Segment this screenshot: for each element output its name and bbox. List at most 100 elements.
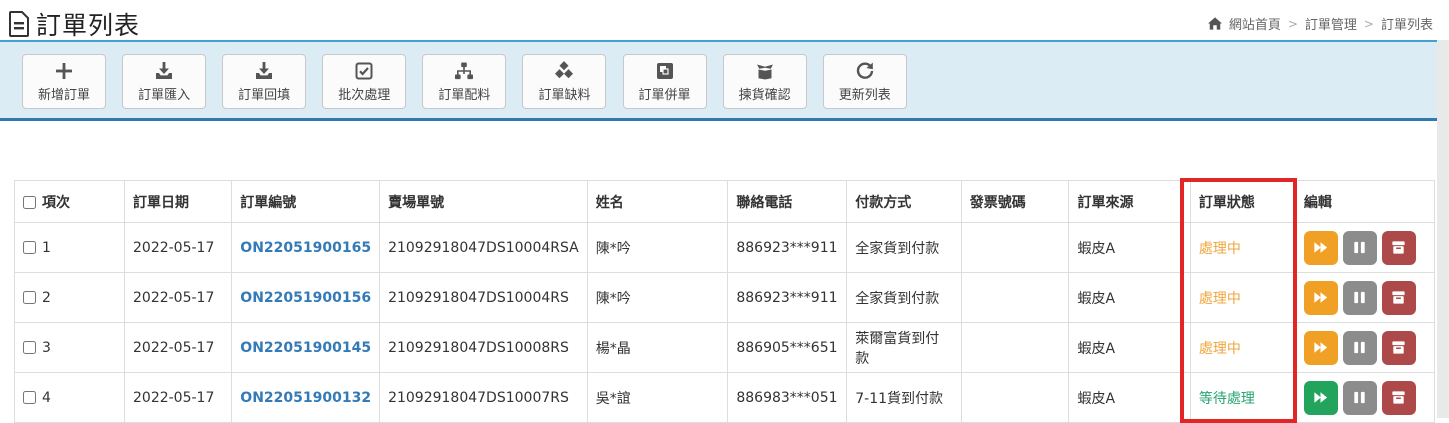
row-checkbox[interactable] — [23, 241, 36, 254]
pause-button[interactable] — [1343, 331, 1377, 365]
cell-index: 1 — [15, 223, 125, 273]
cell-marketplace-no: 21092918047DS10004RS — [380, 273, 588, 323]
fast-forward-button[interactable] — [1304, 331, 1338, 365]
column-header-status: 訂單狀態 — [1190, 181, 1295, 223]
cell-status: 處理中 — [1190, 323, 1295, 373]
cell-order-no: ON22051900156 — [232, 273, 380, 323]
cell-order-date: 2022-05-17 — [125, 373, 232, 423]
archive-box-icon — [1390, 339, 1407, 356]
pause-icon — [1351, 289, 1368, 306]
select-all-checkbox[interactable] — [23, 196, 36, 209]
order-number-link[interactable]: ON22051900132 — [240, 390, 371, 406]
toolbar: 新增訂單 訂單匯入 訂單回填 批次處理 訂單配料 — [0, 40, 1449, 121]
column-header-invoice: 發票號碼 — [961, 181, 1069, 223]
order-backfill-button[interactable]: 訂單回填 — [222, 54, 306, 109]
pause-icon — [1351, 239, 1368, 256]
breadcrumb-current: 訂單列表 — [1381, 14, 1433, 33]
row-checkbox[interactable] — [23, 391, 36, 404]
refresh-icon — [854, 61, 876, 81]
order-merge-button[interactable]: 訂單併單 — [623, 54, 707, 109]
cell-source: 蝦皮A — [1069, 223, 1190, 273]
order-number-link[interactable]: ON22051900145 — [240, 340, 371, 356]
column-header-name: 姓名 — [587, 181, 728, 223]
plus-icon — [53, 61, 75, 81]
order-row: 3 2022-05-17 ON22051900145 21092918047DS… — [15, 323, 1435, 373]
cubes-icon — [553, 61, 575, 81]
column-header-marketplace-no: 賣場單號 — [380, 181, 588, 223]
archive-button[interactable] — [1382, 231, 1416, 265]
row-checkbox[interactable] — [23, 291, 36, 304]
column-header-order-no: 訂單編號 — [232, 181, 380, 223]
table-header-row: 項次 訂單日期 訂單編號 賣場單號 姓名 聯絡電話 付款方式 發票號碼 訂單來源… — [15, 181, 1435, 223]
fast-forward-icon — [1312, 339, 1329, 356]
pause-button[interactable] — [1343, 281, 1377, 315]
fast-forward-icon — [1312, 239, 1329, 256]
cell-status: 處理中 — [1190, 273, 1295, 323]
order-import-button[interactable]: 訂單匯入 — [122, 54, 206, 109]
refresh-list-button[interactable]: 更新列表 — [823, 54, 907, 109]
fast-forward-icon — [1312, 389, 1329, 406]
pause-button[interactable] — [1343, 231, 1377, 265]
cell-name: 陳*吟 — [587, 223, 728, 273]
fast-forward-button[interactable] — [1304, 231, 1338, 265]
picking-box-icon — [754, 61, 776, 81]
backfill-tray-icon — [253, 61, 275, 81]
breadcrumb-home[interactable]: 網站首頁 — [1229, 14, 1281, 33]
page-title-wrap: 訂單列表 — [8, 6, 140, 42]
column-header-index: 項次 — [15, 181, 125, 223]
breadcrumb-order-management[interactable]: 訂單管理 — [1305, 14, 1357, 33]
cell-source: 蝦皮A — [1069, 373, 1190, 423]
fast-forward-button[interactable] — [1304, 281, 1338, 315]
archive-box-icon — [1390, 389, 1407, 406]
picking-confirm-button[interactable]: 揀貨確認 — [723, 54, 807, 109]
checked-box-icon — [353, 61, 375, 81]
batch-process-button[interactable]: 批次處理 — [322, 54, 406, 109]
cell-edit — [1295, 273, 1434, 323]
cell-order-no: ON22051900165 — [232, 223, 380, 273]
cell-index: 3 — [15, 323, 125, 373]
order-number-link[interactable]: ON22051900156 — [240, 290, 371, 306]
cell-phone: 886983***051 — [728, 373, 847, 423]
cell-phone: 886923***911 — [728, 223, 847, 273]
order-row: 4 2022-05-17 ON22051900132 21092918047DS… — [15, 373, 1435, 423]
cell-payment: 7-11貨到付款 — [847, 373, 961, 423]
fast-forward-icon — [1312, 289, 1329, 306]
import-tray-icon — [153, 61, 175, 81]
archive-box-icon — [1390, 289, 1407, 306]
cell-invoice — [961, 323, 1069, 373]
cell-payment: 全家貨到付款 — [847, 273, 961, 323]
cell-order-no: ON22051900145 — [232, 323, 380, 373]
cell-index: 2 — [15, 273, 125, 323]
cell-order-date: 2022-05-17 — [125, 223, 232, 273]
cell-marketplace-no: 21092918047DS10008RS — [380, 323, 588, 373]
breadcrumb: 網站首頁 > 訂單管理 > 訂單列表 — [1208, 14, 1433, 33]
cell-order-date: 2022-05-17 — [125, 273, 232, 323]
cell-index: 4 — [15, 373, 125, 423]
order-shortage-button[interactable]: 訂單缺料 — [522, 54, 606, 109]
cell-status: 等待處理 — [1190, 373, 1295, 423]
cell-source: 蝦皮A — [1069, 323, 1190, 373]
archive-button[interactable] — [1382, 381, 1416, 415]
order-number-link[interactable]: ON22051900165 — [240, 240, 371, 256]
add-order-button[interactable]: 新增訂單 — [22, 54, 106, 109]
row-checkbox[interactable] — [23, 341, 36, 354]
search-row: 搜尋本頁 進階篩選 — [0, 121, 1449, 180]
column-header-edit: 編輯 — [1295, 181, 1434, 223]
page-header: 訂單列表 網站首頁 > 訂單管理 > 訂單列表 — [0, 0, 1449, 40]
archive-box-icon — [1390, 239, 1407, 256]
pause-icon — [1351, 389, 1368, 406]
pause-button[interactable] — [1343, 381, 1377, 415]
fast-forward-button[interactable] — [1304, 381, 1338, 415]
cell-phone: 886923***911 — [728, 273, 847, 323]
order-row: 2 2022-05-17 ON22051900156 21092918047DS… — [15, 273, 1435, 323]
order-ingredients-button[interactable]: 訂單配料 — [422, 54, 506, 109]
cell-status: 處理中 — [1190, 223, 1295, 273]
cell-payment: 萊爾富貨到付款 — [847, 323, 961, 373]
cell-edit — [1295, 373, 1434, 423]
pause-icon — [1351, 339, 1368, 356]
column-header-payment: 付款方式 — [847, 181, 961, 223]
cell-invoice — [961, 273, 1069, 323]
archive-button[interactable] — [1382, 281, 1416, 315]
archive-button[interactable] — [1382, 331, 1416, 365]
cell-invoice — [961, 373, 1069, 423]
